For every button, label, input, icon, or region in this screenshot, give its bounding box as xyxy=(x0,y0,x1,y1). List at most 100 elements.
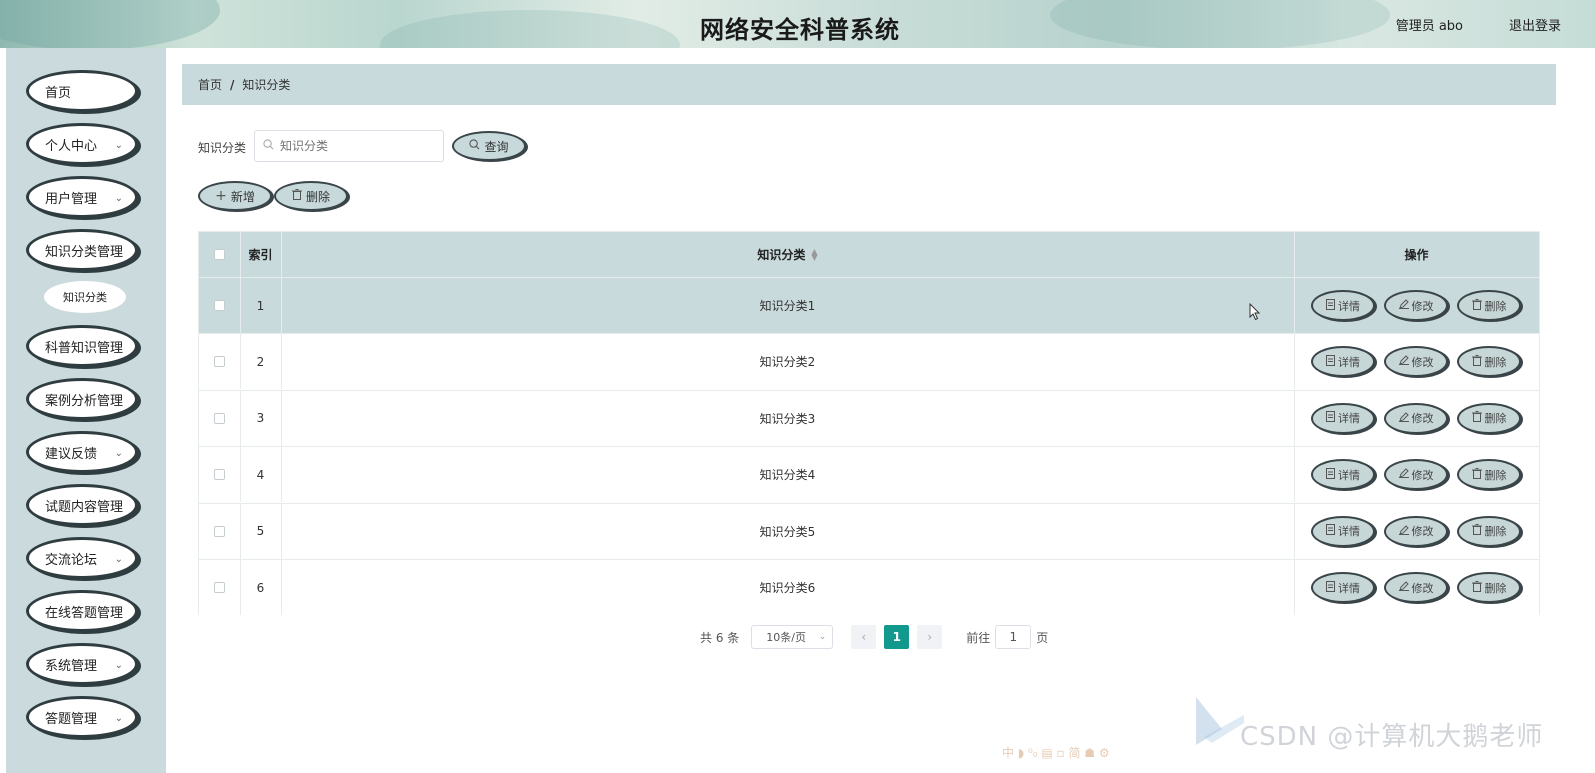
chevron-down-icon: ⌄ xyxy=(818,632,827,642)
sidebar-item[interactable]: 建议反馈 ⌄ xyxy=(26,431,138,473)
pagination-total: 共 6 条 xyxy=(700,630,740,645)
breadcrumb-current: 知识分类 xyxy=(242,78,291,92)
table-row[interactable]: 6 知识分类6 详情 修改 删除 xyxy=(199,559,1539,615)
delete-button[interactable]: 删除 xyxy=(1457,402,1521,434)
edit-button[interactable]: 修改 xyxy=(1384,515,1448,547)
detail-button[interactable]: 详情 xyxy=(1311,459,1375,491)
delete-button-label: 删除 xyxy=(1484,412,1507,426)
search-input[interactable] xyxy=(280,139,430,153)
page-size-value: 10条/页 xyxy=(766,631,806,644)
table-row[interactable]: 5 知识分类5 详情 修改 删除 xyxy=(199,502,1539,559)
delete-button[interactable]: 删除 xyxy=(1457,346,1521,378)
trash-icon xyxy=(291,189,302,203)
detail-button[interactable]: 详情 xyxy=(1311,515,1375,547)
table-row[interactable]: 1 知识分类1 详情 修改 删除 xyxy=(199,277,1539,333)
trash-icon xyxy=(1471,298,1482,313)
goto-page-input[interactable]: 1 xyxy=(995,625,1032,649)
logout-link[interactable]: 退出登录 xyxy=(1509,15,1561,34)
row-index: 1 xyxy=(256,298,265,313)
sidebar-item-label: 科普知识管理 xyxy=(45,340,124,356)
edit-button[interactable]: 修改 xyxy=(1384,402,1448,434)
add-button[interactable]: + 新增 xyxy=(198,181,272,211)
row-checkbox[interactable] xyxy=(214,469,225,481)
table-row[interactable]: 3 知识分类3 详情 修改 删除 xyxy=(199,389,1539,446)
sidebar-item[interactable]: 首页 xyxy=(26,70,138,112)
delete-button[interactable]: 删除 xyxy=(1457,459,1521,491)
row-category: 知识分类2 xyxy=(759,355,816,370)
sort-icon[interactable]: ▲ ▼ xyxy=(811,247,817,261)
batch-delete-button[interactable]: 删除 xyxy=(274,181,348,211)
document-icon xyxy=(1326,524,1335,538)
detail-button[interactable]: 详情 xyxy=(1311,346,1375,378)
row-checkbox[interactable] xyxy=(214,412,225,424)
document-icon xyxy=(1326,411,1335,425)
column-divider xyxy=(1294,447,1295,503)
header-category[interactable]: 知识分类 ▲ ▼ xyxy=(281,232,1294,277)
sidebar-item[interactable]: 个人中心 ⌄ xyxy=(26,123,138,165)
column-divider xyxy=(1294,503,1295,559)
delete-button[interactable]: 删除 xyxy=(1457,290,1521,321)
row-index: 6 xyxy=(256,580,265,595)
row-checkbox[interactable] xyxy=(214,582,225,593)
search-label: 知识分类 xyxy=(198,141,247,155)
edit-button-label: 修改 xyxy=(1411,581,1434,595)
sidebar-item[interactable]: 答题管理 ⌄ xyxy=(26,696,138,738)
row-index: 4 xyxy=(256,467,265,482)
sidebar-item[interactable]: 系统管理 ⌄ xyxy=(26,643,138,685)
prev-page-button[interactable]: ‹ xyxy=(851,625,877,649)
row-category: 知识分类6 xyxy=(759,581,816,595)
select-all-checkbox[interactable] xyxy=(214,249,225,260)
header-actions: 操作 xyxy=(1404,248,1429,262)
sidebar-item-label: 在线答题管理 xyxy=(45,605,124,621)
edit-button[interactable]: 修改 xyxy=(1384,459,1448,491)
sidebar-item-label: 交流论坛 xyxy=(45,552,98,568)
page-size-select[interactable]: 10条/页 ⌄ xyxy=(751,625,834,649)
sidebar-item[interactable]: 交流论坛 ⌄ xyxy=(26,537,138,579)
sidebar-item-label: 首页 xyxy=(45,85,72,101)
table-row[interactable]: 4 知识分类4 详情 修改 删除 xyxy=(199,446,1539,503)
current-user: 管理员 abo xyxy=(1395,19,1463,34)
row-category: 知识分类3 xyxy=(759,411,816,426)
row-checkbox[interactable] xyxy=(214,525,225,537)
row-index: 3 xyxy=(256,411,265,426)
sidebar-item[interactable]: 案例分析管理 xyxy=(26,378,138,420)
header-index: 索引 xyxy=(248,248,273,262)
detail-button[interactable]: 详情 xyxy=(1311,572,1375,603)
delete-button-label: 删除 xyxy=(1484,525,1507,539)
sidebar-item[interactable]: 科普知识管理 xyxy=(26,325,138,367)
table-row[interactable]: 2 知识分类2 详情 修改 删除 xyxy=(199,333,1539,390)
row-checkbox[interactable] xyxy=(214,300,225,311)
sidebar-item[interactable]: 知识分类管理 xyxy=(26,229,138,271)
row-checkbox-cell xyxy=(199,504,240,559)
sidebar-item-label: 系统管理 xyxy=(45,658,98,674)
sidebar-item-label: 案例分析管理 xyxy=(45,393,124,409)
delete-button[interactable]: 删除 xyxy=(1457,572,1521,603)
add-button-label: 新增 xyxy=(230,189,255,204)
edit-button[interactable]: 修改 xyxy=(1384,572,1448,603)
sidebar-item[interactable]: 试题内容管理 xyxy=(26,484,138,526)
batch-delete-button-label: 删除 xyxy=(305,189,330,204)
edit-button[interactable]: 修改 xyxy=(1384,290,1448,321)
pencil-icon xyxy=(1398,581,1409,594)
next-page-button[interactable]: › xyxy=(917,625,943,649)
sidebar-item[interactable]: 用户管理 ⌄ xyxy=(26,176,138,218)
breadcrumb-home[interactable]: 首页 xyxy=(198,76,222,93)
sidebar-subitem-category[interactable]: 知识分类 xyxy=(44,281,126,313)
page-number-current[interactable]: 1 xyxy=(884,625,910,649)
document-icon xyxy=(1326,354,1335,369)
row-checkbox[interactable] xyxy=(214,356,225,368)
document-icon xyxy=(1326,298,1335,313)
detail-button[interactable]: 详情 xyxy=(1311,290,1375,321)
delete-button-label: 删除 xyxy=(1484,355,1507,369)
sidebar-item[interactable]: 在线答题管理 xyxy=(26,590,138,632)
search-box[interactable] xyxy=(254,130,444,162)
column-divider xyxy=(1294,560,1295,615)
header-checkbox-cell xyxy=(199,232,240,277)
delete-button[interactable]: 删除 xyxy=(1457,515,1521,547)
detail-button[interactable]: 详情 xyxy=(1311,402,1375,434)
row-checkbox-cell xyxy=(199,278,240,333)
query-button[interactable]: 查询 xyxy=(452,131,526,161)
ime-toolbar: 中 ◗ ⁰₀ ▤ ▫ 简 ☗ ⚙ xyxy=(1002,746,1110,760)
header-category-label: 知识分类 xyxy=(757,248,806,262)
edit-button[interactable]: 修改 xyxy=(1384,346,1448,378)
